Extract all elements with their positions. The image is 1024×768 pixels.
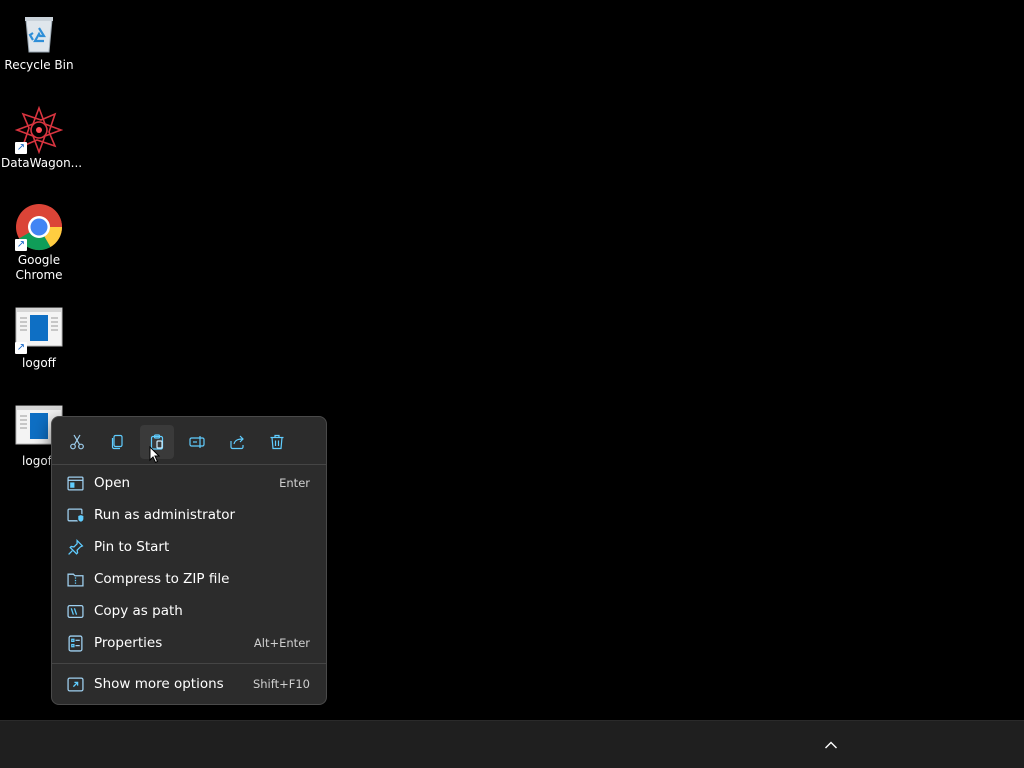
menu-item-label: Compress to ZIP file bbox=[94, 571, 230, 587]
recycle-bin-icon bbox=[15, 8, 63, 56]
menu-item-run-as-administrator[interactable]: Run as administrator bbox=[56, 500, 322, 530]
shortcut-arrow-icon: ↗ bbox=[15, 239, 27, 251]
menu-item-show-more-options[interactable]: Show more options Shift+F10 bbox=[56, 669, 322, 699]
more-options-icon bbox=[66, 675, 84, 693]
rename-icon bbox=[189, 436, 205, 448]
context-menu: Open Enter Run as administrator Pin to S… bbox=[51, 416, 327, 705]
show-hidden-icons-button[interactable] bbox=[820, 735, 842, 755]
script-file-icon: ↗ bbox=[15, 306, 63, 354]
menu-item-properties[interactable]: Properties Alt+Enter bbox=[56, 628, 322, 658]
menu-item-label: Properties bbox=[94, 635, 163, 651]
menu-item-label: Open bbox=[94, 475, 131, 491]
copy-path-icon bbox=[66, 602, 84, 620]
shortcut-arrow-icon: ↗ bbox=[15, 342, 27, 354]
desktop-icon-label: logoff bbox=[22, 356, 56, 370]
rename-button[interactable] bbox=[180, 425, 214, 459]
open-window-icon bbox=[66, 474, 84, 492]
datawagon-icon: ↗ bbox=[14, 105, 64, 155]
menu-item-copy-as-path[interactable]: Copy as path bbox=[56, 596, 322, 626]
pin-icon bbox=[66, 538, 84, 556]
desktop-icon-label: Recycle Bin bbox=[4, 58, 74, 72]
taskbar bbox=[0, 720, 1024, 768]
menu-item-shortcut: Enter bbox=[279, 476, 310, 490]
menu-item-open[interactable]: Open Enter bbox=[56, 468, 322, 498]
desktop-icon-label: Google Chrome bbox=[15, 253, 63, 282]
admin-shield-icon bbox=[66, 506, 84, 524]
menu-item-label: Copy as path bbox=[94, 603, 183, 619]
desktop-icon-label: DataWagon... bbox=[1, 156, 83, 170]
desktop-icon-logoff-1[interactable]: ↗ logoff bbox=[1, 306, 77, 371]
menu-separator bbox=[52, 663, 326, 664]
copy-button[interactable] bbox=[100, 425, 134, 459]
shortcut-arrow-icon: ↗ bbox=[15, 142, 27, 154]
menu-item-shortcut: Shift+F10 bbox=[252, 677, 310, 691]
mouse-cursor-icon bbox=[149, 446, 161, 464]
menu-item-label: Show more options bbox=[94, 676, 224, 692]
share-icon bbox=[230, 435, 244, 450]
scissors-icon bbox=[70, 434, 84, 450]
desktop-icon-recycle-bin[interactable]: Recycle Bin bbox=[1, 8, 77, 73]
desktop-icon-google-chrome[interactable]: ↗ Google Chrome bbox=[1, 203, 77, 283]
menu-item-pin-to-start[interactable]: Pin to Start bbox=[56, 532, 322, 562]
copy-icon bbox=[111, 434, 123, 450]
context-menu-toolbar bbox=[60, 425, 300, 459]
cut-button[interactable] bbox=[60, 425, 94, 459]
menu-item-label: Run as administrator bbox=[94, 507, 236, 523]
zip-folder-icon bbox=[66, 570, 84, 588]
properties-icon bbox=[66, 634, 84, 652]
chrome-icon: ↗ bbox=[15, 203, 63, 251]
desktop-icon-datawagon[interactable]: ↗ DataWagon... bbox=[1, 105, 83, 171]
menu-item-shortcut: Alt+Enter bbox=[253, 636, 310, 650]
menu-separator bbox=[52, 464, 326, 465]
share-button[interactable] bbox=[220, 425, 254, 459]
trash-icon bbox=[270, 434, 284, 450]
delete-button[interactable] bbox=[260, 425, 294, 459]
menu-item-label: Pin to Start bbox=[94, 539, 170, 555]
chevron-up-icon bbox=[825, 741, 837, 749]
menu-item-compress-to-zip[interactable]: Compress to ZIP file bbox=[56, 564, 322, 594]
